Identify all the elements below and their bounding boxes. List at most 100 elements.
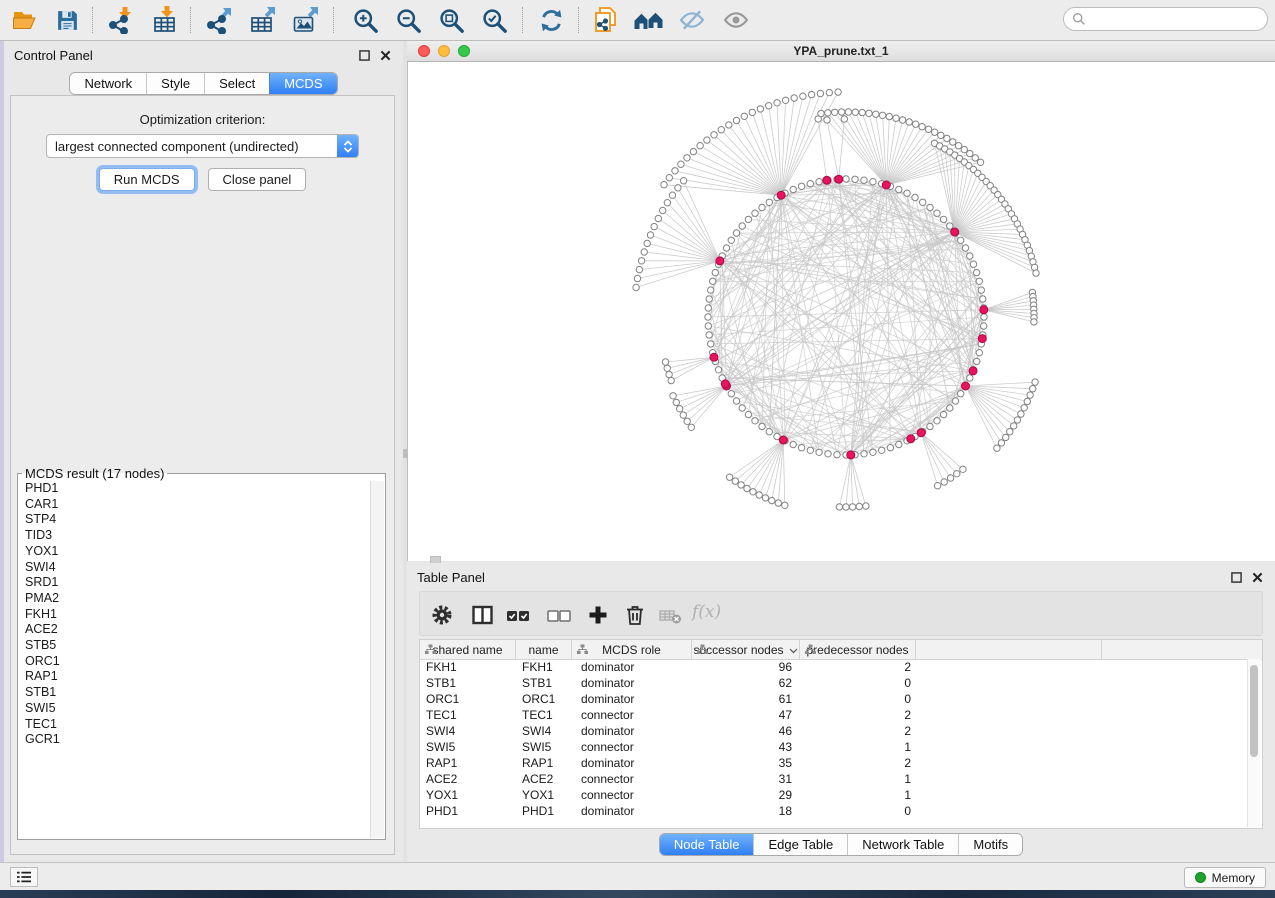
import-network-icon <box>107 6 135 34</box>
mcds-result-item[interactable]: TEC1 <box>19 717 371 733</box>
table-settings-button[interactable] <box>427 600 457 630</box>
table-row[interactable]: SWI4SWI4dominator462 <box>420 723 1248 739</box>
mcds-result-item[interactable]: PHD1 <box>19 481 371 497</box>
table-scrollbar[interactable] <box>1247 659 1261 827</box>
column-header-predecessor-nodes[interactable]: predecessor nodes <box>800 640 916 659</box>
network-window-titlebar[interactable]: YPA_prune.txt_1 <box>407 41 1275 62</box>
mcds-result-item[interactable]: STB1 <box>19 685 371 701</box>
gear-icon <box>430 603 454 627</box>
cell-shared-name: ORC1 <box>420 691 516 707</box>
split-pane-icon <box>470 603 495 627</box>
first-neighbors-button[interactable] <box>632 4 666 36</box>
tab-style[interactable]: Style <box>146 73 204 94</box>
zoom-selected-button[interactable] <box>477 4 511 36</box>
zoom-out-button[interactable] <box>391 4 425 36</box>
mcds-result-item[interactable]: GCR1 <box>19 732 371 748</box>
float-panel-icon[interactable] <box>1231 572 1242 583</box>
create-column-button[interactable] <box>583 600 613 630</box>
unselect-all-button[interactable] <box>544 600 574 630</box>
tab-node-table[interactable]: Node Table <box>660 834 754 855</box>
mcds-result-item[interactable]: YOX1 <box>19 544 371 560</box>
mcds-result-item[interactable]: SRD1 <box>19 575 371 591</box>
select-stepper-icon <box>337 135 358 157</box>
export-table-button[interactable] <box>246 4 280 36</box>
table-row[interactable]: ORC1ORC1dominator610 <box>420 691 1248 707</box>
attribute-type-icon <box>805 644 816 655</box>
mcds-result-item[interactable]: RAP1 <box>19 669 371 685</box>
cell-successor-nodes: 35 <box>692 755 800 771</box>
mcds-result-item[interactable]: ACE2 <box>19 622 371 638</box>
trash-icon <box>623 603 647 627</box>
mcds-list-scrollbar[interactable] <box>370 481 384 838</box>
zoom-fit-button[interactable] <box>434 4 468 36</box>
mcds-result-item[interactable]: CAR1 <box>19 497 371 513</box>
close-panel-button[interactable]: Close panel <box>208 168 307 191</box>
column-header-mcds-role[interactable]: MCDS role <box>572 640 692 659</box>
table-scrollbar-thumb[interactable] <box>1250 665 1258 757</box>
tab-select[interactable]: Select <box>204 73 269 94</box>
show-task-history-button[interactable] <box>10 867 38 887</box>
cell-predecessor-nodes: 0 <box>800 691 916 707</box>
show-columns-button[interactable] <box>467 600 497 630</box>
refresh-view-button[interactable] <box>534 4 568 36</box>
delete-column-button[interactable] <box>620 600 650 630</box>
table-row[interactable]: YOX1YOX1connector291 <box>420 787 1248 803</box>
delete-table-button[interactable] <box>656 600 686 630</box>
save-session-button[interactable] <box>50 4 84 36</box>
table-row[interactable]: ACE2ACE2connector311 <box>420 771 1248 787</box>
memory-button[interactable]: Memory <box>1184 867 1266 888</box>
select-all-button[interactable] <box>503 600 533 630</box>
table-row[interactable]: TEC1TEC1connector472 <box>420 707 1248 723</box>
search-input[interactable] <box>1091 11 1267 27</box>
minimize-window-icon[interactable] <box>438 45 450 57</box>
tab-edge-table[interactable]: Edge Table <box>753 834 847 855</box>
hide-panel-button[interactable] <box>675 4 709 36</box>
function-builder-button[interactable]: f(x) <box>692 602 721 622</box>
column-header-name[interactable]: name <box>516 640 572 659</box>
cell-name: ORC1 <box>516 691 572 707</box>
tab-mcds[interactable]: MCDS <box>269 73 336 94</box>
zoom-in-button[interactable] <box>348 4 382 36</box>
column-header-successor-nodes[interactable]: successor nodes <box>692 640 800 659</box>
maximize-window-icon[interactable] <box>458 45 470 57</box>
export-image-button[interactable] <box>289 4 323 36</box>
table-row[interactable]: SWI5SWI5connector431 <box>420 739 1248 755</box>
column-header-shared-name[interactable]: shared name <box>420 640 516 659</box>
tab-network-table[interactable]: Network Table <box>847 834 958 855</box>
mcds-result-item[interactable]: STP4 <box>19 512 371 528</box>
selected-criterion-value: largest connected component (undirected) <box>47 139 337 154</box>
network-canvas[interactable] <box>407 62 1275 561</box>
mcds-result-item[interactable]: FKH1 <box>19 607 371 623</box>
open-file-button[interactable] <box>8 4 42 36</box>
run-mcds-button[interactable]: Run MCDS <box>99 168 195 191</box>
mcds-result-item[interactable]: ORC1 <box>19 654 371 670</box>
import-network-button[interactable] <box>104 4 138 36</box>
export-network-button[interactable] <box>202 4 236 36</box>
close-panel-icon[interactable] <box>1252 572 1263 583</box>
close-window-icon[interactable] <box>418 45 430 57</box>
optimization-criterion-select[interactable]: largest connected component (undirected) <box>46 134 359 158</box>
table-row[interactable]: RAP1RAP1dominator352 <box>420 755 1248 771</box>
mcds-result-item[interactable]: SWI4 <box>19 560 371 576</box>
show-panel-button[interactable] <box>719 4 753 36</box>
tab-motifs[interactable]: Motifs <box>958 834 1022 855</box>
mcds-result-item[interactable]: TID3 <box>19 528 371 544</box>
cell-successor-nodes: 29 <box>692 787 800 803</box>
close-panel-icon[interactable] <box>380 50 391 61</box>
table-row[interactable]: PHD1PHD1dominator180 <box>420 803 1248 819</box>
table-row[interactable]: STB1STB1dominator620 <box>420 675 1248 691</box>
float-panel-icon[interactable] <box>359 50 370 61</box>
search-box[interactable] <box>1063 7 1268 31</box>
cell-mcds-role: connector <box>572 771 692 787</box>
mcds-result-item[interactable]: PMA2 <box>19 591 371 607</box>
cell-mcds-role: dominator <box>572 755 692 771</box>
import-table-button[interactable] <box>148 4 182 36</box>
duplicate-network-button[interactable] <box>589 4 623 36</box>
mcds-result-item[interactable]: SWI5 <box>19 701 371 717</box>
tab-network[interactable]: Network <box>70 73 146 94</box>
mcds-result-item[interactable]: STB5 <box>19 638 371 654</box>
cell-predecessor-nodes: 2 <box>800 755 916 771</box>
cell-successor-nodes: 62 <box>692 675 800 691</box>
delete-table-icon <box>658 603 684 627</box>
table-row[interactable]: FKH1FKH1dominator962 <box>420 659 1248 675</box>
